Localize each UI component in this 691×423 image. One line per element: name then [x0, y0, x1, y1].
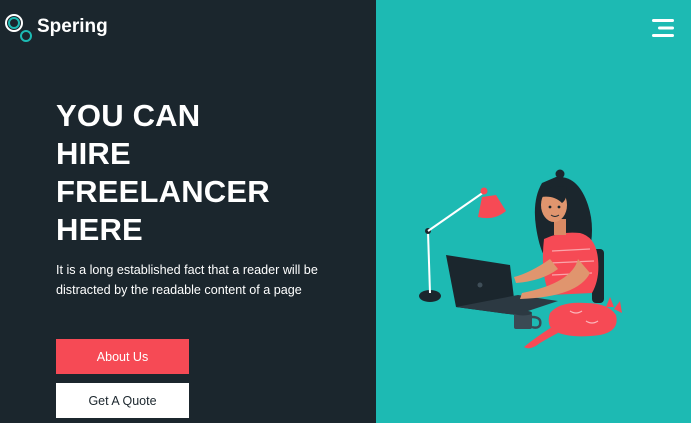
headline-line: HIRE [56, 136, 131, 171]
logo-circles-icon [4, 12, 36, 44]
headline-line: YOU CAN [56, 98, 201, 133]
hero-description: It is a long established fact that a rea… [56, 263, 318, 297]
headline-line: FREELANCER [56, 174, 270, 209]
coffee-mug-icon [514, 310, 542, 329]
freelancer-illustration [410, 165, 630, 355]
laptop-icon [446, 255, 558, 315]
about-us-button[interactable]: About Us [56, 339, 189, 374]
site-logo[interactable]: Spering [4, 12, 108, 44]
hamburger-menu-icon[interactable] [650, 17, 676, 39]
brand-name: Spering [37, 15, 108, 37]
get-a-quote-button[interactable]: Get A Quote [56, 383, 189, 418]
hero-headline: YOU CAN HIRE FREELANCER HERE [56, 97, 356, 249]
headline-line: HERE [56, 212, 143, 247]
